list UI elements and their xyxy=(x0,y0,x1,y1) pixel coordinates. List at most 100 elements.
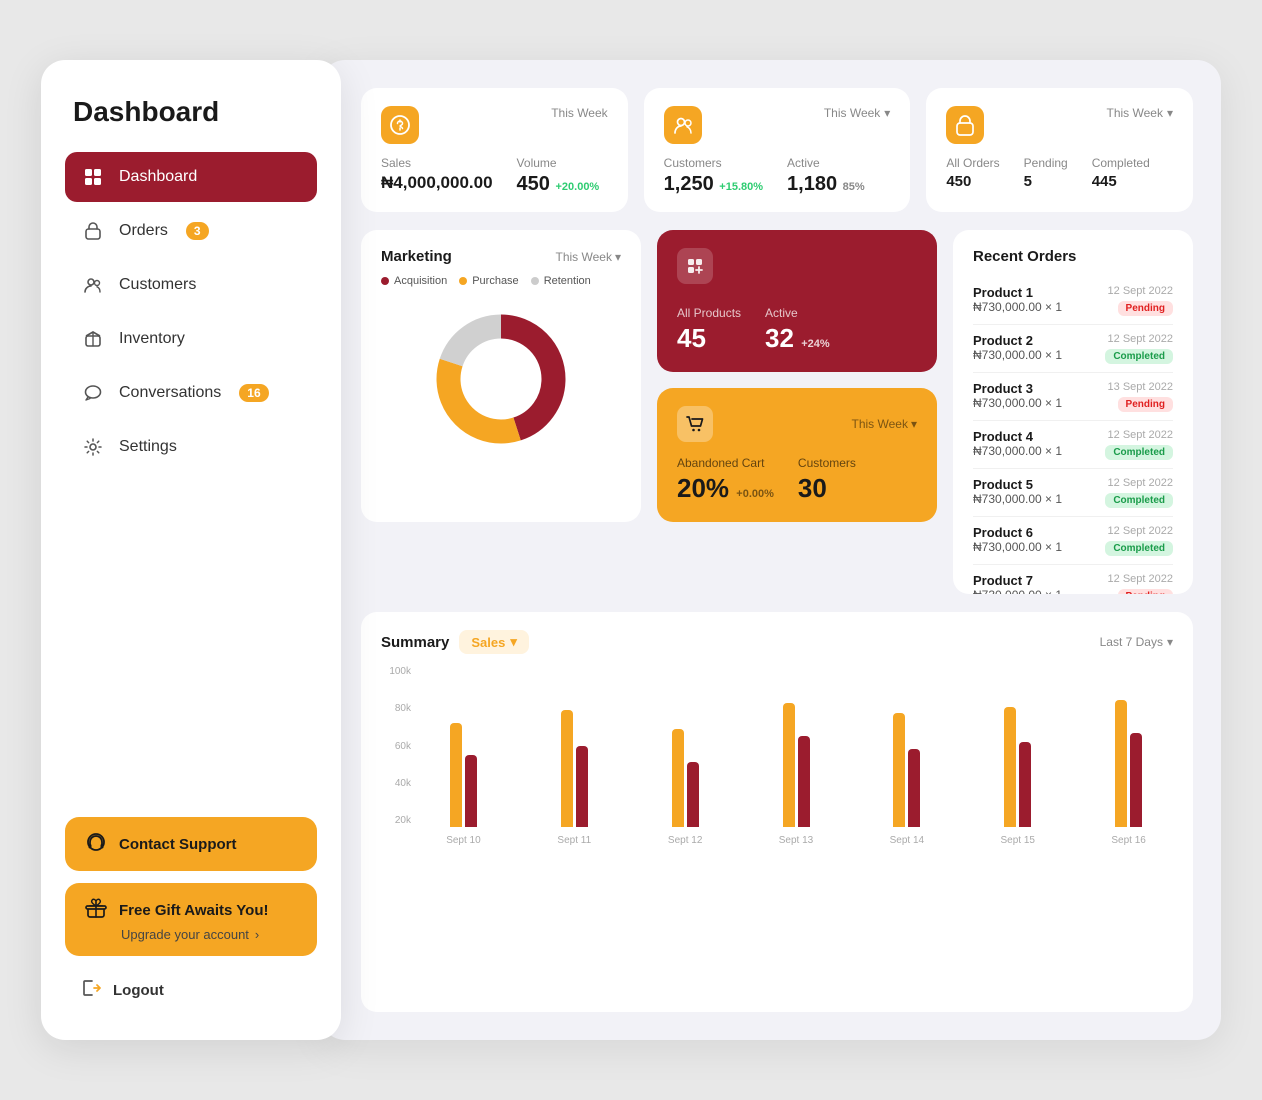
all-products-value: 45 xyxy=(677,323,741,354)
sales-icon-wrap xyxy=(381,106,419,144)
bar-red xyxy=(1019,742,1031,827)
volume-label: Volume xyxy=(517,156,600,170)
sales-stat-card: This Week Sales ₦4,000,000.00 Volume 450… xyxy=(361,88,628,212)
all-orders-value: 450 xyxy=(946,173,999,190)
bar-group: Sept 14 xyxy=(862,687,951,846)
bar-yellow xyxy=(561,710,573,827)
legend-purchase: Purchase xyxy=(459,275,518,287)
sidebar-item-label-customers: Customers xyxy=(119,276,196,294)
orders-period[interactable]: This Week ▾ xyxy=(1106,106,1173,120)
completed-value: 445 xyxy=(1092,173,1150,190)
contact-support-button[interactable]: Contact Support xyxy=(65,817,317,871)
main-content: This Week Sales ₦4,000,000.00 Volume 450… xyxy=(321,60,1221,1040)
free-gift-title: Free Gift Awaits You! xyxy=(119,902,268,919)
products-card: All Products 45 Active 32 +24% xyxy=(657,230,937,372)
pending-value: 5 xyxy=(1024,173,1068,190)
cart-card: This Week ▾ Abandoned Cart 20% +0.00% xyxy=(657,388,937,522)
order-status-badge: Completed xyxy=(1105,445,1173,460)
marketing-title: Marketing xyxy=(381,248,452,265)
customers-period[interactable]: This Week ▾ xyxy=(824,106,891,120)
bar-group: Sept 10 xyxy=(419,687,508,846)
order-status-badge: Completed xyxy=(1105,493,1173,508)
conversations-badge: 16 xyxy=(239,384,268,402)
summary-period[interactable]: Last 7 Days ▾ xyxy=(1100,635,1173,649)
marketing-legend: Acquisition Purchase Retention xyxy=(381,275,621,287)
order-date: 12 Sept 2022 xyxy=(1108,477,1173,489)
y-label-80k: 80k xyxy=(381,703,411,714)
order-name: Product 6 xyxy=(973,525,1062,540)
active-products-label: Active xyxy=(765,306,830,320)
sidebar-item-label-inventory: Inventory xyxy=(119,330,185,348)
abandoned-label: Abandoned Cart xyxy=(677,456,774,470)
order-date: 12 Sept 2022 xyxy=(1108,573,1173,585)
donut-chart xyxy=(381,299,621,459)
summary-sales-tab[interactable]: Sales ▾ xyxy=(459,630,529,654)
logout-button[interactable]: Logout xyxy=(65,968,317,1012)
order-date: 12 Sept 2022 xyxy=(1108,429,1173,441)
orders-stat-card: This Week ▾ All Orders 450 Pending 5 Com… xyxy=(926,88,1193,212)
summary-title: Summary xyxy=(381,634,449,651)
sidebar-item-orders[interactable]: Orders 3 xyxy=(65,206,317,256)
legend-acquisition: Acquisition xyxy=(381,275,447,287)
sidebar-item-settings[interactable]: Settings xyxy=(65,422,317,472)
customers-icon-wrap xyxy=(664,106,702,144)
bar-red xyxy=(798,736,810,827)
bar-yellow xyxy=(783,703,795,827)
bar-yellow xyxy=(1004,707,1016,827)
all-orders-label: All Orders xyxy=(946,156,999,170)
marketing-period[interactable]: This Week ▾ xyxy=(556,250,622,264)
recent-orders-panel: Recent Orders Product 1 ₦730,000.00 × 1 … xyxy=(953,230,1193,594)
y-axis: 100k 80k 60k 40k 20k xyxy=(381,666,411,826)
sales-period[interactable]: This Week xyxy=(551,106,607,120)
y-label-20k: 20k xyxy=(381,815,411,826)
order-name: Product 3 xyxy=(973,381,1062,396)
active-value: 1,180 85% xyxy=(787,173,865,196)
active-products-value: 32 +24% xyxy=(765,323,830,354)
abandoned-value: 20% +0.00% xyxy=(677,473,774,504)
cart-icon-wrap xyxy=(677,406,713,442)
order-item: Product 4 ₦730,000.00 × 1 12 Sept 2022 C… xyxy=(973,421,1173,469)
recent-orders-title: Recent Orders xyxy=(973,248,1173,265)
sidebar: Dashboard Dashboard xyxy=(41,60,341,1040)
bar-yellow xyxy=(893,713,905,827)
cart-customers-label: Customers xyxy=(798,456,856,470)
sidebar-item-label-settings: Settings xyxy=(119,438,177,456)
bar-label: Sept 14 xyxy=(890,835,924,846)
order-name: Product 7 xyxy=(973,573,1062,588)
customers-value: 1,250 +15.80% xyxy=(664,173,763,196)
sidebar-item-inventory[interactable]: Inventory xyxy=(65,314,317,364)
order-amount: ₦730,000.00 × 1 xyxy=(973,396,1062,410)
active-label: Active xyxy=(787,156,865,170)
product-icon-wrap xyxy=(677,248,713,284)
y-label-100k: 100k xyxy=(381,666,411,677)
sidebar-item-label-orders: Orders xyxy=(119,222,168,240)
sidebar-item-customers[interactable]: Customers xyxy=(65,260,317,310)
gift-icon xyxy=(85,897,107,923)
order-item: Product 1 ₦730,000.00 × 1 12 Sept 2022 P… xyxy=(973,277,1173,325)
sidebar-item-conversations[interactable]: Conversations 16 xyxy=(65,368,317,418)
orders-badge: 3 xyxy=(186,222,209,240)
order-amount: ₦730,000.00 × 1 xyxy=(973,540,1062,554)
chart-container: 100k 80k 60k 40k 20k Sept 10 Sept 11 xyxy=(381,666,1173,846)
completed-label: Completed xyxy=(1092,156,1150,170)
logout-icon xyxy=(81,978,101,1002)
grid-icon xyxy=(81,165,105,189)
order-date: 13 Sept 2022 xyxy=(1108,381,1173,393)
order-name: Product 2 xyxy=(973,333,1062,348)
orders-icon-wrap xyxy=(946,106,984,144)
bar-label: Sept 11 xyxy=(557,835,591,846)
free-gift-button[interactable]: Free Gift Awaits You! Upgrade your accou… xyxy=(65,883,317,956)
cart-period[interactable]: This Week ▾ xyxy=(852,417,918,431)
order-name: Product 1 xyxy=(973,285,1062,300)
order-item: Product 5 ₦730,000.00 × 1 12 Sept 2022 C… xyxy=(973,469,1173,517)
gear-icon xyxy=(81,435,105,459)
order-date: 12 Sept 2022 xyxy=(1108,285,1173,297)
order-name: Product 4 xyxy=(973,429,1062,444)
bar-group: Sept 15 xyxy=(973,687,1062,846)
order-status-badge: Pending xyxy=(1118,589,1173,594)
sidebar-item-dashboard[interactable]: Dashboard xyxy=(65,152,317,202)
sales-label: Sales xyxy=(381,156,493,170)
free-gift-top: Free Gift Awaits You! xyxy=(85,897,297,923)
bar-red xyxy=(908,749,920,827)
order-item: Product 3 ₦730,000.00 × 1 13 Sept 2022 P… xyxy=(973,373,1173,421)
